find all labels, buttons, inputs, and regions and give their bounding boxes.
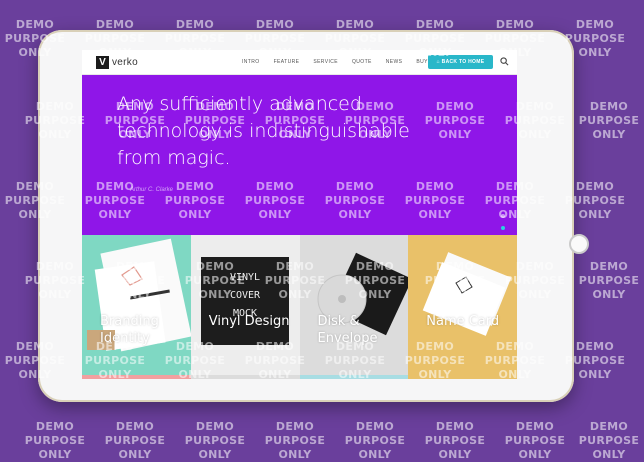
watermark-text: DEMO PURPOSE ONLY: [504, 420, 566, 461]
slide-dot[interactable]: [501, 214, 505, 218]
menu-item-service[interactable]: SERVICE: [313, 59, 338, 65]
watermark-text: DEMO PURPOSE ONLY: [104, 420, 166, 461]
tile-label-namecard: Name Card: [426, 314, 500, 329]
tile-label-vinyl: Vinyl Design: [208, 314, 290, 329]
hero-quote: Any sufficiently advanced technology is …: [117, 93, 410, 169]
tile-label-branding: Branding Identity: [100, 314, 159, 346]
main-menu: INTRO FEATURE SERVICE QUOTE NEWS BUY: [242, 50, 442, 74]
menu-item-news[interactable]: NEWS: [386, 59, 403, 65]
watermark-text: DEMO PURPOSE ONLY: [578, 260, 640, 301]
disk-envelope-image: [299, 235, 409, 379]
watermark-text: DEMO PURPOSE ONLY: [578, 420, 640, 461]
menu-item-intro[interactable]: INTRO: [242, 59, 260, 65]
portfolio-tile-vinyl[interactable]: VINYL COVER MOCK Vinyl Design: [190, 235, 300, 379]
back-to-home-button[interactable]: ⌂ BACK TO HOME: [428, 55, 493, 69]
vinyl-cover-image: VINYL COVER MOCK: [190, 235, 300, 379]
watermark-text: DEMO PURPOSE ONLY: [264, 420, 326, 461]
tablet-screen: V verko INTRO FEATURE SERVICE QUOTE NEWS…: [82, 50, 517, 379]
portfolio-tile-namecard[interactable]: Name Card: [408, 235, 517, 379]
back-to-home-label: BACK TO HOME: [441, 59, 485, 65]
menu-item-buy[interactable]: BUY: [416, 59, 427, 65]
watermark-text: DEMO PURPOSE ONLY: [578, 100, 640, 141]
hero-section: Any sufficiently advanced technology is …: [82, 75, 517, 254]
branding-mockup-image: [82, 238, 191, 379]
portfolio-tile-disk[interactable]: Disk & Envelope: [299, 235, 409, 379]
cover-line-1: VINYL: [230, 272, 260, 283]
watermark-text: DEMO PURPOSE ONLY: [344, 420, 406, 461]
top-navbar: V verko INTRO FEATURE SERVICE QUOTE NEWS…: [82, 50, 517, 75]
portfolio-grid: Branding Identity VINYL COVER MOCK Vinyl…: [82, 235, 517, 379]
namecard-image: [408, 252, 517, 379]
logo[interactable]: V verko: [96, 55, 138, 69]
cover-line-2: COVER: [230, 290, 261, 301]
tile-label-disk: Disk & Envelope: [317, 314, 378, 346]
menu-item-feature[interactable]: FEATURE: [274, 59, 300, 65]
portfolio-tile-branding[interactable]: Branding Identity: [82, 235, 191, 379]
search-icon[interactable]: [500, 57, 509, 66]
logo-text: verko: [112, 56, 138, 68]
watermark-text: DEMO PURPOSE ONLY: [184, 420, 246, 461]
logo-mark: V: [96, 55, 109, 69]
menu-item-quote[interactable]: QUOTE: [352, 59, 372, 65]
home-button[interactable]: [569, 234, 589, 254]
quote-author: Arthur C. Clarke: [130, 187, 174, 193]
watermark-text: DEMO PURPOSE ONLY: [424, 420, 486, 461]
watermark-text: DEMO PURPOSE ONLY: [24, 420, 86, 461]
slide-dot-active[interactable]: [501, 226, 505, 230]
